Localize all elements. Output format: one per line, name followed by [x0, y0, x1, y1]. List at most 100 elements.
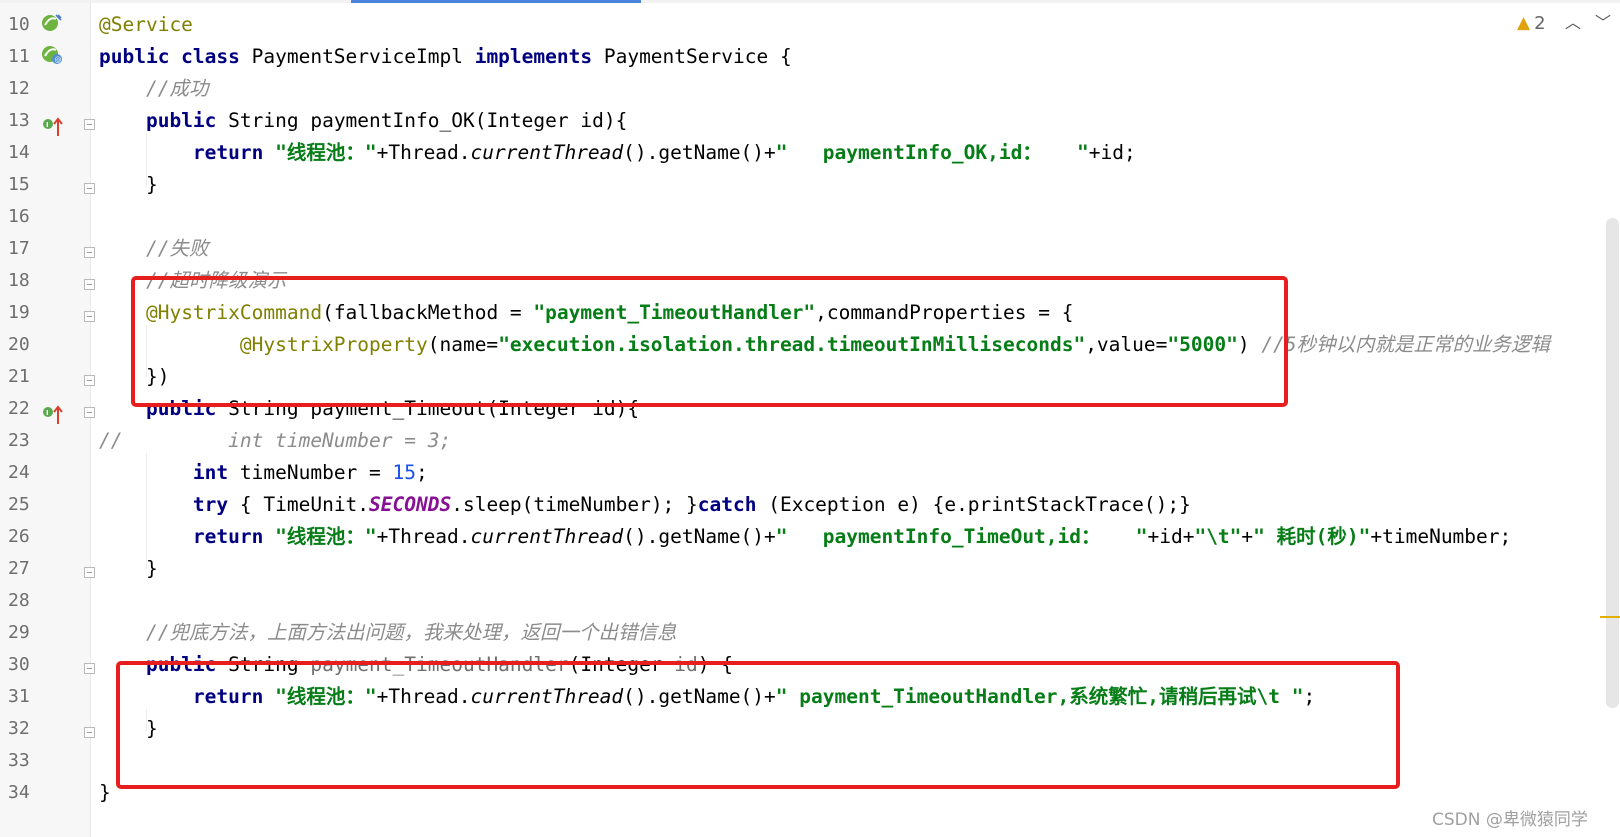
code-token: return: [192, 525, 264, 548]
spring-bean-icon[interactable]: [40, 12, 64, 32]
code-text: //成功: [99, 72, 208, 105]
code-token: ;: [416, 461, 428, 484]
implements-method-icon[interactable]: I: [42, 404, 66, 424]
code-token: catch: [697, 493, 757, 516]
code-token: PaymentServiceImpl: [239, 45, 475, 68]
fold-marker[interactable]: [84, 119, 95, 130]
warning-count: 2: [1534, 12, 1546, 34]
code-line[interactable]: 27 }: [0, 552, 1540, 585]
line-number: 22: [8, 398, 30, 419]
line-number: 34: [8, 782, 30, 803]
line-number: 32: [8, 718, 30, 739]
code-text: return "线程池："+Thread.currentThread().get…: [99, 520, 1511, 553]
watermark: CSDN @卑微猿同学: [1432, 810, 1588, 830]
inspection-widget[interactable]: ▲ 2: [1517, 12, 1546, 34]
line-number: 27: [8, 558, 30, 579]
line-number: 19: [8, 302, 30, 323]
line-number: 21: [8, 366, 30, 387]
code-token: +id;: [1088, 141, 1136, 164]
line-number: 18: [8, 270, 30, 291]
fold-marker[interactable]: [84, 407, 95, 418]
code-token: //5秒钟以内就是正常的业务逻辑: [1261, 333, 1551, 356]
code-token: public: [145, 109, 217, 132]
code-token: 15: [392, 461, 417, 484]
vertical-scrollbar[interactable]: [1606, 218, 1619, 708]
svg-text:I: I: [46, 121, 49, 129]
line-number: 28: [8, 590, 30, 611]
code-token: " paymentInfo_OK,id： ": [775, 141, 1089, 164]
code-text: // int timeNumber = 3;: [99, 424, 451, 457]
line-number: 29: [8, 622, 30, 643]
fold-marker[interactable]: [84, 663, 95, 674]
line-number: 31: [8, 686, 30, 707]
code-line[interactable]: 24 int timeNumber = 15;: [0, 456, 1540, 489]
fold-marker[interactable]: [84, 727, 95, 738]
code-token: SECONDS: [369, 493, 452, 516]
code-text: //失败: [99, 232, 208, 265]
code-token: (Exception e) {e.printStackTrace();}: [756, 493, 1191, 516]
line-number: 13: [8, 110, 30, 131]
code-token: +timeNumber;: [1370, 525, 1512, 548]
code-line[interactable]: 29 //兜底方法，上面方法出问题，我来处理，返回一个出错信息: [0, 616, 1540, 649]
scrollbar-warning-marker[interactable]: [1600, 616, 1620, 618]
highlight-box-hystrix-command: [131, 276, 1288, 407]
code-line[interactable]: 15 }: [0, 168, 1540, 201]
fold-marker[interactable]: [84, 375, 95, 386]
fold-marker[interactable]: [84, 247, 95, 258]
line-number: 20: [8, 334, 30, 355]
line-number: 15: [8, 174, 30, 195]
code-token: " 耗时(秒)": [1253, 525, 1371, 548]
fold-marker[interactable]: [84, 279, 95, 290]
chevron-down-icon[interactable]: ﹀: [1592, 12, 1614, 34]
code-token: int: [192, 461, 229, 484]
code-line[interactable]: 16: [0, 200, 1540, 233]
code-token: @Service: [99, 13, 193, 36]
code-token: }: [99, 557, 158, 580]
code-token: public class: [99, 45, 240, 68]
code-text: }: [99, 776, 111, 809]
code-line[interactable]: 10 @Service: [0, 8, 1540, 41]
code-line[interactable]: 25 try { TimeUnit.SECONDS.sleep(timeNumb…: [0, 488, 1540, 521]
code-text: @Service: [99, 8, 193, 41]
code-token: // int timeNumber = 3;: [99, 429, 452, 452]
implements-method-icon[interactable]: I: [42, 116, 66, 136]
code-text: int timeNumber = 15;: [99, 456, 428, 489]
warning-triangle-icon: ▲: [1517, 13, 1531, 33]
line-number: 30: [8, 654, 30, 675]
spring-service-icon[interactable]: @: [40, 44, 64, 64]
code-token: +id+: [1147, 525, 1195, 548]
svg-text:@: @: [55, 56, 62, 64]
code-text: public String paymentInfo_OK(Integer id)…: [99, 104, 627, 137]
code-text: return "线程池："+Thread.currentThread().get…: [99, 136, 1136, 169]
line-number: 12: [8, 78, 30, 99]
fold-marker[interactable]: [84, 183, 95, 194]
code-token: try: [192, 493, 229, 516]
code-line[interactable]: 13 public String paymentInfo_OK(Integer …: [0, 104, 1540, 137]
fold-marker[interactable]: [84, 311, 95, 322]
code-line[interactable]: 26 return "线程池："+Thread.currentThread().…: [0, 520, 1540, 553]
code-text: //兜底方法，上面方法出问题，我来处理，返回一个出错信息: [99, 616, 676, 649]
line-number: 14: [8, 142, 30, 163]
code-line[interactable]: 14 return "线程池："+Thread.currentThread().…: [0, 136, 1540, 169]
svg-text:I: I: [46, 409, 49, 417]
code-line[interactable]: 12 //成功: [0, 72, 1540, 105]
line-number: 25: [8, 494, 30, 515]
code-line[interactable]: 23 // int timeNumber = 3;: [0, 424, 1540, 457]
code-token: .sleep(timeNumber); }: [451, 493, 698, 516]
code-line[interactable]: 17 //失败: [0, 232, 1540, 265]
code-token: return: [192, 141, 264, 164]
code-line[interactable]: 11 public class PaymentServiceImpl implem…: [0, 40, 1540, 73]
code-token: timeNumber =: [228, 461, 393, 484]
chevron-up-icon[interactable]: ︿: [1562, 12, 1584, 34]
code-text: }: [99, 168, 158, 201]
code-token: +: [1241, 525, 1254, 548]
fold-marker[interactable]: [84, 567, 95, 578]
code-token: "\t": [1194, 525, 1242, 548]
code-line[interactable]: 28: [0, 584, 1540, 617]
line-number: 10: [8, 14, 30, 35]
